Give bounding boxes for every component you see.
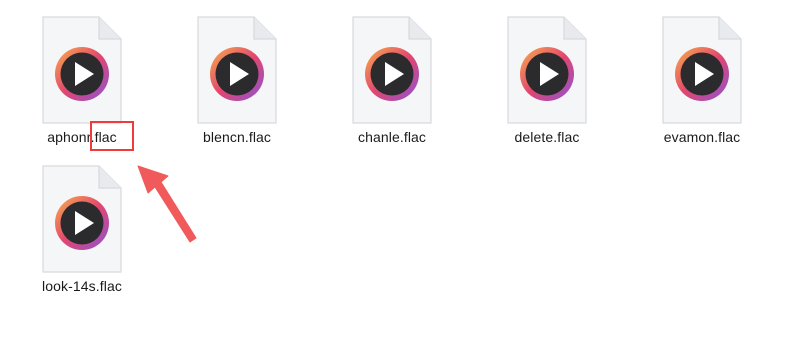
file-name-label[interactable]: look-14s.flac [19, 278, 145, 294]
extension-highlight-box [90, 121, 134, 151]
media-player-icon [42, 16, 122, 124]
media-player-icon [42, 165, 122, 273]
media-player-icon [352, 16, 432, 124]
file-name-label[interactable]: delete.flac [484, 129, 610, 145]
media-player-icon [662, 16, 742, 124]
media-player-icon [197, 16, 277, 124]
media-player-icon [507, 16, 587, 124]
file-name-label[interactable]: blencn.flac [174, 129, 300, 145]
file-name-label[interactable]: evamon.flac [639, 129, 765, 145]
annotation-arrow-icon [137, 165, 197, 243]
file-name-label[interactable]: chanle.flac [329, 129, 455, 145]
